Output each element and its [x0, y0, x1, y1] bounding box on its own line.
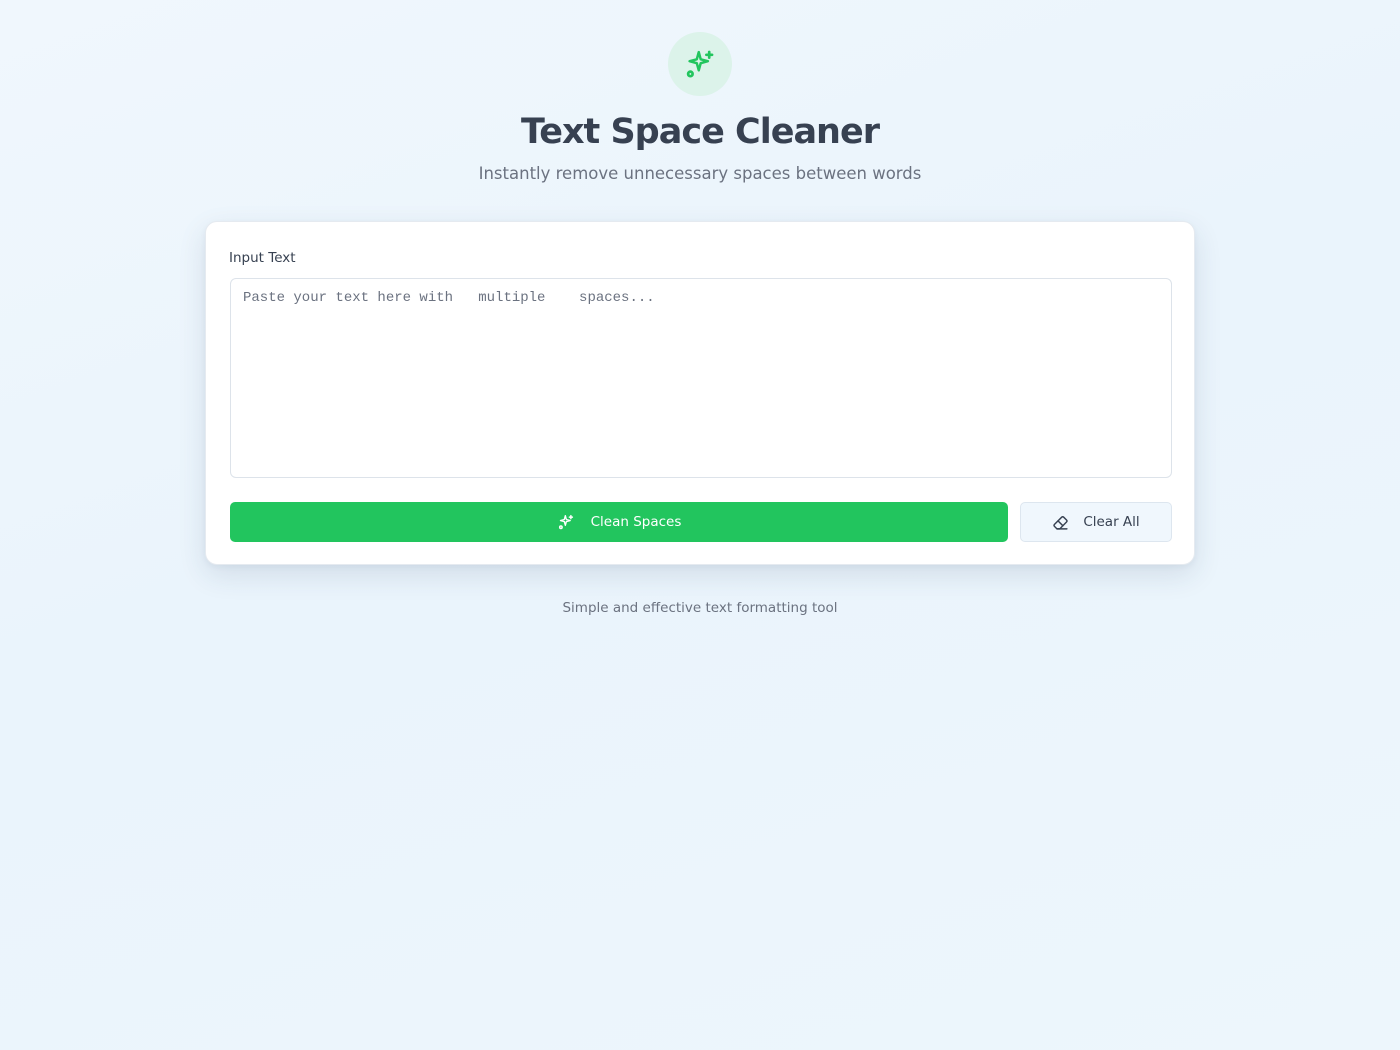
page-title: Text Space Cleaner — [521, 112, 880, 152]
sparkles-icon — [683, 47, 717, 81]
eraser-icon — [1052, 514, 1069, 531]
input-label: Input Text — [229, 250, 296, 266]
cleaner-card: Input Text Clean Spaces Clear All — [205, 221, 1195, 565]
footer-text: Simple and effective text formatting too… — [562, 600, 838, 616]
page-subtitle: Instantly remove unnecessary spaces betw… — [478, 164, 922, 183]
clear-all-button[interactable]: Clear All — [1020, 502, 1172, 542]
clean-spaces-button[interactable]: Clean Spaces — [230, 502, 1008, 542]
logo-badge — [668, 32, 732, 96]
clean-spaces-label: Clean Spaces — [590, 514, 682, 530]
clear-all-label: Clear All — [1083, 514, 1140, 530]
input-textarea[interactable] — [230, 278, 1172, 478]
sparkles-icon — [557, 513, 575, 531]
